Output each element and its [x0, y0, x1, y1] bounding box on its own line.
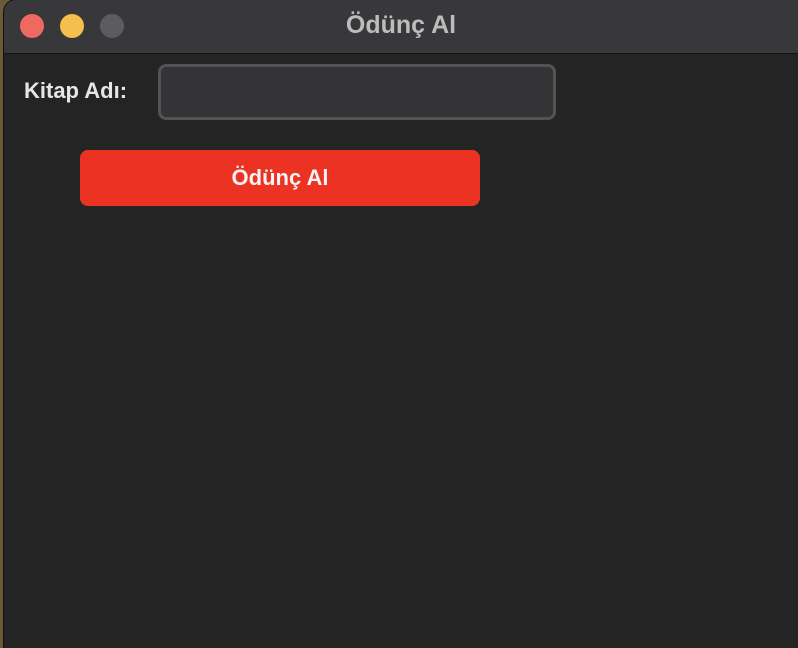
book-name-label: Kitap Adı:: [24, 78, 128, 103]
borrow-button[interactable]: Ödünç Al: [80, 150, 480, 206]
book-name-input[interactable]: [158, 64, 556, 120]
app-window: Ödünç Al Kitap Adı: Ödünç Al: [4, 0, 798, 648]
window-title: Ödünç Al: [345, 11, 457, 39]
title-bar[interactable]: Ödünç Al: [4, 0, 798, 54]
